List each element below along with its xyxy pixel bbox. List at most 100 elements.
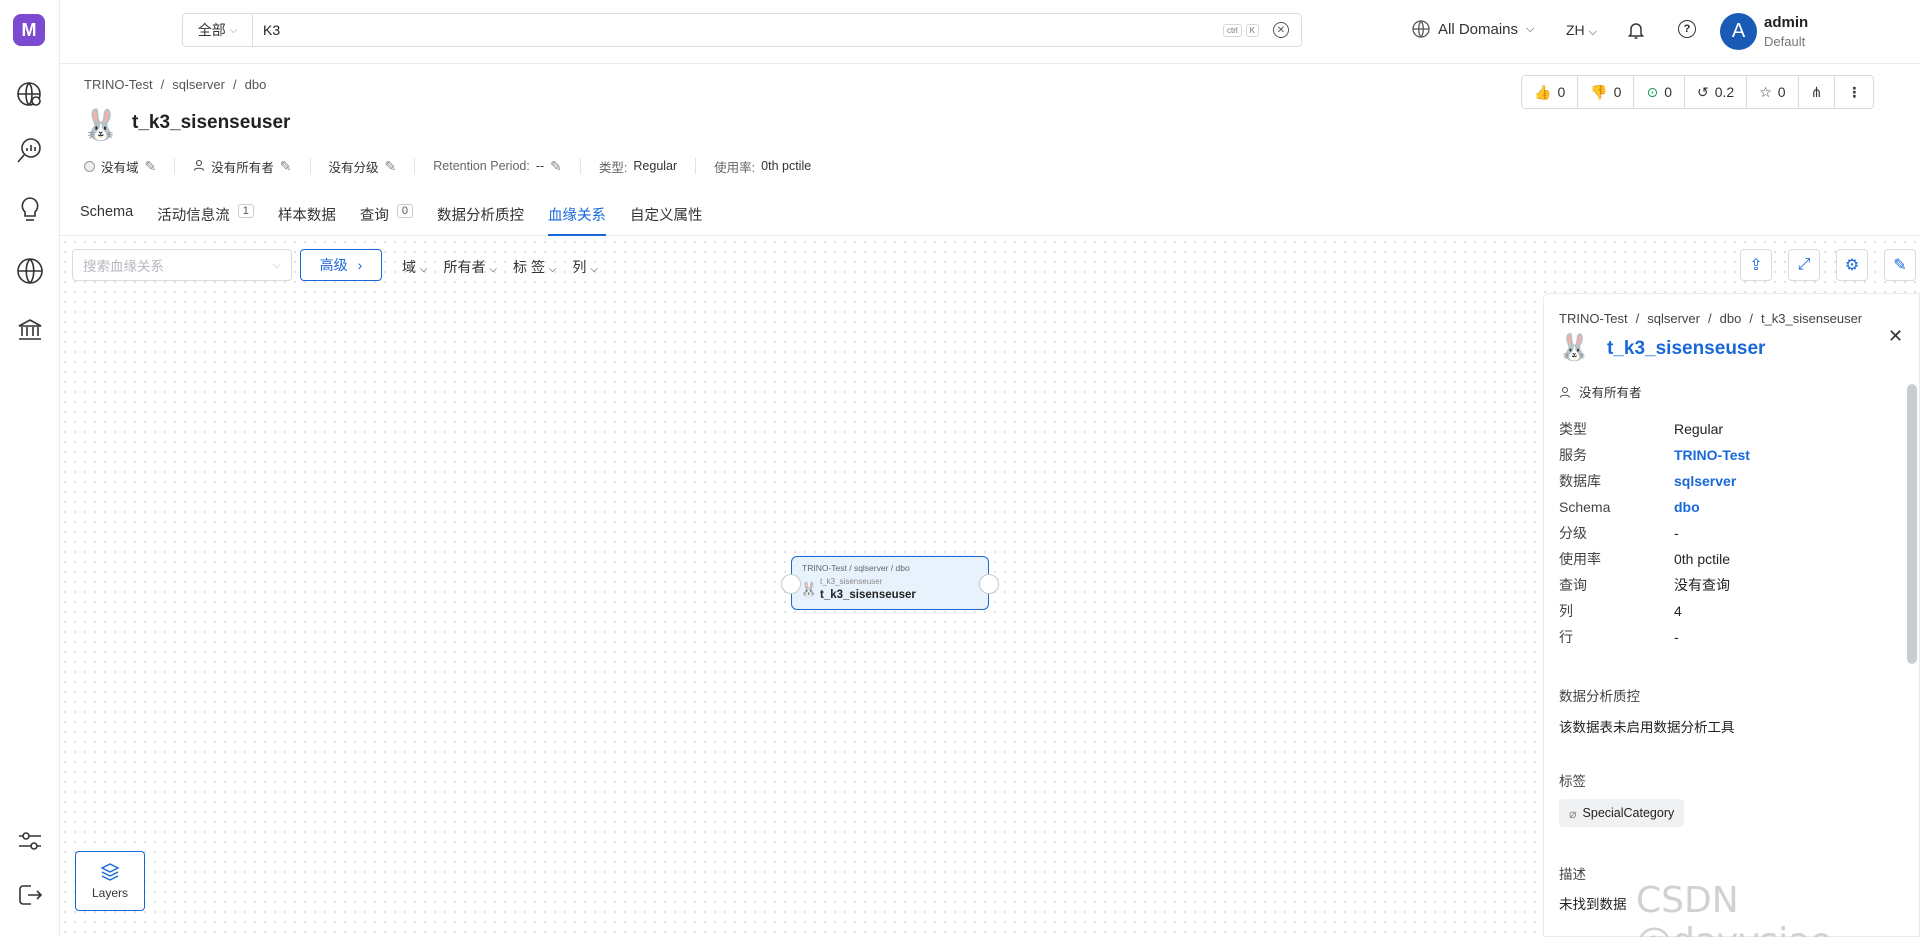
clear-search-icon[interactable]: ✕ bbox=[1273, 22, 1289, 38]
prop-row: 数据库 sqlserver bbox=[1559, 468, 1750, 494]
node-handle-left[interactable] bbox=[781, 574, 801, 594]
lineage-search-select[interactable]: 搜索血缘关系 ⌵ bbox=[72, 249, 292, 281]
settings-button[interactable]: ⚙ bbox=[1836, 249, 1868, 281]
breadcrumb-database[interactable]: sqlserver bbox=[172, 77, 225, 92]
panel-title[interactable]: t_k3_sisenseuser bbox=[1607, 338, 1765, 360]
domain-meta: 没有域 ✎ bbox=[84, 158, 176, 175]
prop-key: Schema bbox=[1559, 499, 1611, 515]
language-select[interactable]: ZH ⌵ bbox=[1566, 22, 1597, 39]
prop-value: - bbox=[1674, 629, 1679, 645]
insights-icon[interactable] bbox=[13, 134, 47, 168]
prop-value: - bbox=[1674, 525, 1679, 541]
close-icon[interactable]: ✕ bbox=[1888, 326, 1903, 347]
upload-icon: ⇪ bbox=[1749, 257, 1763, 274]
tab-label: 活动信息流 bbox=[157, 208, 230, 224]
edit-domain-icon[interactable]: ✎ bbox=[145, 158, 157, 175]
tab-sample-data[interactable]: 样本数据 bbox=[278, 196, 336, 236]
table-icon: 🐰 bbox=[800, 581, 818, 597]
logout-icon[interactable] bbox=[13, 878, 47, 912]
usage-meta: 使用率: 0th pctile bbox=[714, 158, 829, 175]
chevron-down-icon: ⌵ bbox=[1526, 22, 1535, 35]
prop-value-link[interactable]: sqlserver bbox=[1674, 473, 1736, 489]
breadcrumb-schema[interactable]: dbo bbox=[245, 77, 267, 92]
prop-value-link[interactable]: dbo bbox=[1674, 499, 1700, 515]
node-handle-right[interactable] bbox=[979, 574, 999, 594]
settings-sliders-icon[interactable] bbox=[13, 824, 47, 858]
type-meta: 类型: Regular bbox=[598, 158, 697, 175]
language-label: ZH bbox=[1566, 22, 1585, 38]
edit-lineage-button[interactable]: ✎ bbox=[1884, 249, 1916, 281]
panel-scrollbar[interactable] bbox=[1907, 384, 1917, 664]
tab-lineage[interactable]: 血缘关系 bbox=[547, 196, 606, 236]
tab-queries[interactable]: 查询 0 bbox=[360, 196, 413, 236]
description-text: 未找到数据 bbox=[1559, 897, 1627, 912]
node-name: t_k3_sisenseuser bbox=[820, 589, 916, 601]
filter-label: 域 bbox=[402, 259, 416, 275]
panel-breadcrumb-schema[interactable]: dbo bbox=[1720, 311, 1742, 326]
breadcrumb-separator: / bbox=[1635, 311, 1640, 326]
version-button[interactable]: ↺ 0.2 bbox=[1685, 76, 1748, 108]
filter-tag[interactable]: 标 签 ⌵ bbox=[513, 257, 556, 277]
lineage-node[interactable]: TRINO-Test / sqlserver / dbo 🐰 t_k3_sise… bbox=[781, 556, 999, 610]
edit-retention-icon[interactable]: ✎ bbox=[550, 158, 562, 175]
breadcrumb-separator: / bbox=[160, 77, 165, 92]
type-value: Regular bbox=[633, 159, 678, 173]
chevron-down-icon: ⌵ bbox=[419, 264, 428, 275]
fullscreen-button[interactable]: ⤢ bbox=[1788, 249, 1820, 281]
tier-value: 没有分级 bbox=[328, 160, 379, 175]
expand-icon: ⤢ bbox=[1797, 256, 1811, 273]
lightbulb-icon[interactable] bbox=[13, 193, 47, 227]
globe-icon[interactable] bbox=[13, 254, 47, 288]
breadcrumb-separator: / bbox=[1708, 311, 1712, 326]
prop-row: 查询 没有查询 bbox=[1559, 572, 1750, 598]
panel-owner: 没有所有者 bbox=[1559, 382, 1642, 401]
panel-breadcrumb-table[interactable]: t_k3_sisenseuser bbox=[1761, 311, 1862, 326]
help-icon[interactable]: ? bbox=[1678, 20, 1696, 38]
follow-button[interactable]: ⊙ 0 bbox=[1634, 76, 1685, 108]
more-button[interactable]: ⋮ bbox=[1835, 76, 1873, 108]
tier-meta: 没有分级 ✎ bbox=[328, 158, 416, 175]
filter-owner[interactable]: 所有者 ⌵ bbox=[443, 257, 496, 277]
avatar[interactable]: A bbox=[1720, 13, 1757, 50]
panel-breadcrumb-service[interactable]: TRINO-Test bbox=[1559, 311, 1628, 326]
explore-icon[interactable] bbox=[13, 78, 47, 112]
prop-row: 服务 TRINO-Test bbox=[1559, 442, 1750, 468]
type-label: 类型: bbox=[598, 160, 628, 175]
governance-icon[interactable] bbox=[13, 313, 47, 347]
search-input[interactable] bbox=[253, 22, 1223, 38]
like-button[interactable]: 👍 0 bbox=[1522, 76, 1579, 108]
edit-owner-icon[interactable]: ✎ bbox=[280, 158, 292, 175]
node-subtitle: t_k3_sisenseuser bbox=[820, 577, 883, 586]
tag-chip[interactable]: ⌀ SpecialCategory bbox=[1559, 799, 1685, 827]
chevron-down-icon: ⌵ bbox=[489, 264, 497, 275]
tab-schema[interactable]: Schema bbox=[80, 196, 133, 236]
layers-button[interactable]: Layers bbox=[75, 851, 145, 911]
prop-row: 使用率 0th pctile bbox=[1559, 546, 1750, 572]
tab-profiler[interactable]: 数据分析质控 bbox=[437, 196, 524, 236]
tags-label: 标签 bbox=[1559, 774, 1586, 789]
star-button[interactable]: ☆ 0 bbox=[1747, 76, 1799, 108]
bell-icon[interactable] bbox=[1626, 20, 1646, 43]
entity-actions: 👍 0 👎 0 ⊙ 0 ↺ 0.2 ☆ 0 ⋔ ⋮ bbox=[1521, 75, 1875, 109]
edit-tier-icon[interactable]: ✎ bbox=[385, 158, 397, 175]
prop-value-link[interactable]: TRINO-Test bbox=[1674, 447, 1750, 463]
entity-meta: 没有域 ✎ 没有所有者 ✎ 没有分级 ✎ Retention Period: -… bbox=[84, 158, 847, 175]
profiler-text: 该数据表未启用数据分析工具 bbox=[1559, 720, 1735, 735]
panel-breadcrumb-database[interactable]: sqlserver bbox=[1647, 311, 1700, 326]
filter-domain[interactable]: 域 ⌵ bbox=[402, 257, 427, 277]
tab-custom-properties[interactable]: 自定义属性 bbox=[630, 196, 703, 236]
edit-icon: ✎ bbox=[1893, 257, 1907, 274]
domains-select[interactable]: All Domains ⌵ bbox=[1412, 20, 1534, 38]
advanced-button[interactable]: 高级 › bbox=[300, 249, 382, 281]
filter-column[interactable]: 列 ⌵ bbox=[572, 257, 597, 277]
breadcrumb-separator: / bbox=[1749, 311, 1753, 326]
user-icon bbox=[1559, 386, 1571, 398]
app-logo[interactable]: M bbox=[13, 14, 45, 46]
search-scope-select[interactable]: 全部 ⌵ bbox=[183, 14, 253, 46]
breadcrumb-service[interactable]: TRINO-Test bbox=[84, 77, 153, 92]
tab-activity-feed[interactable]: 活动信息流 1 bbox=[157, 196, 254, 236]
export-button[interactable]: ⇪ bbox=[1740, 249, 1772, 281]
share-button[interactable]: ⋔ bbox=[1799, 76, 1836, 108]
lineage-filters: 域 ⌵ 所有者 ⌵ 标 签 ⌵ 列 ⌵ bbox=[402, 257, 598, 277]
dislike-button[interactable]: 👎 0 bbox=[1578, 76, 1635, 108]
